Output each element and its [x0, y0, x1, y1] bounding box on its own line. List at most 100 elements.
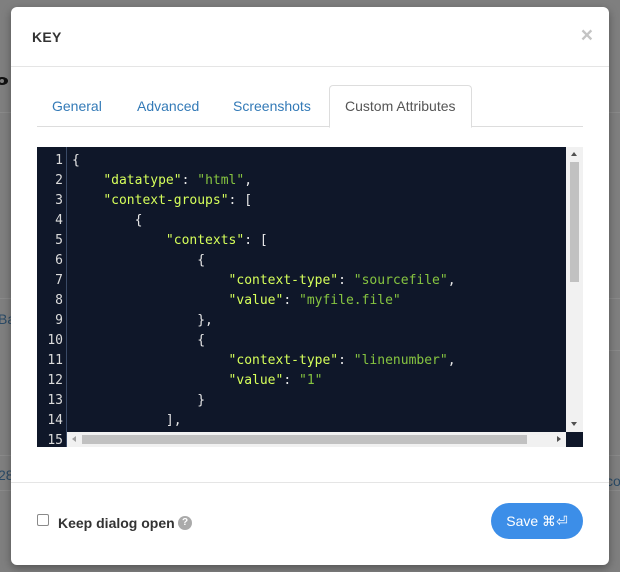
- line-number: 15: [47, 433, 63, 447]
- code-line: "context-type": "linenumber",: [72, 351, 456, 371]
- dialog-title: KEY: [32, 29, 62, 45]
- code-line: "datatype": "html",: [72, 171, 252, 191]
- code-line: {: [72, 251, 205, 271]
- code-line: },: [72, 311, 213, 331]
- line-number: 11: [47, 353, 63, 368]
- code-line: {: [72, 211, 143, 231]
- scroll-left-icon[interactable]: [72, 436, 76, 442]
- json-punctuation: ],: [72, 413, 182, 428]
- json-punctuation: : [: [228, 193, 253, 208]
- line-number: 12: [47, 373, 63, 388]
- json-punctuation: [72, 353, 229, 368]
- background-divider: [0, 112, 11, 113]
- code-line: "contexts": [: [72, 231, 268, 251]
- tab-general[interactable]: General: [37, 85, 117, 127]
- tab-screenshots[interactable]: Screenshots: [218, 85, 326, 127]
- code-line: }: [72, 391, 205, 411]
- key-dialog: KEY × General Advanced Screenshots Custo…: [11, 7, 609, 565]
- background-divider: [609, 350, 620, 351]
- json-punctuation: },: [72, 313, 213, 328]
- keep-dialog-open-checkbox[interactable]: [37, 514, 49, 526]
- json-key: "context-groups": [103, 193, 229, 208]
- background-divider: [609, 112, 620, 113]
- tab-bar: General Advanced Screenshots Custom Attr…: [37, 85, 583, 128]
- line-number: 3: [55, 193, 63, 208]
- json-string: "linenumber": [353, 353, 448, 368]
- background-divider: [0, 490, 11, 491]
- json-punctuation: [72, 193, 103, 208]
- json-punctuation: : [: [244, 233, 268, 248]
- json-punctuation: :: [283, 373, 299, 388]
- code-content[interactable]: { "datatype": "html", "context-groups": …: [72, 147, 566, 432]
- json-key: "context-type": [228, 353, 339, 368]
- json-punctuation: [72, 273, 229, 288]
- json-punctuation: :: [181, 173, 198, 188]
- background-divider: [0, 455, 11, 456]
- json-punctuation: {: [72, 333, 206, 348]
- code-line: "context-groups": [: [72, 191, 252, 211]
- code-line: ],: [72, 411, 182, 431]
- horizontal-scroll-thumb[interactable]: [82, 435, 527, 444]
- dialog-header: KEY ×: [11, 7, 609, 67]
- json-string: "1": [299, 373, 323, 388]
- line-number: 13: [47, 393, 63, 408]
- line-number: 8: [55, 293, 63, 308]
- vertical-scrollbar[interactable]: [566, 147, 583, 432]
- json-key: "value": [228, 293, 284, 308]
- dialog-footer: Keep dialog open ? Save ⌘⏎: [11, 482, 609, 565]
- background-divider: [609, 455, 620, 456]
- tab-custom-attributes[interactable]: Custom Attributes: [329, 85, 472, 128]
- line-number: 7: [55, 273, 63, 288]
- save-button[interactable]: Save ⌘⏎: [491, 503, 583, 539]
- json-punctuation: :: [338, 273, 354, 288]
- json-punctuation: ,: [447, 353, 456, 368]
- line-number: 4: [55, 213, 63, 228]
- line-number: 2: [55, 173, 63, 188]
- json-punctuation: [72, 373, 229, 388]
- json-key: "datatype": [103, 173, 182, 188]
- background-divider: [609, 490, 620, 491]
- json-punctuation: :: [283, 293, 299, 308]
- json-punctuation: ,: [447, 273, 456, 288]
- json-key: "contexts": [165, 233, 245, 248]
- line-number: 5: [55, 233, 63, 248]
- help-icon[interactable]: ?: [178, 516, 192, 530]
- json-punctuation: [72, 173, 103, 188]
- code-line: {: [72, 331, 205, 351]
- code-line: "value": "myfile.file": [72, 291, 401, 311]
- horizontal-scrollbar[interactable]: [67, 432, 566, 447]
- line-number: 9: [55, 313, 63, 328]
- code-line: {: [72, 151, 80, 171]
- json-punctuation: :: [338, 353, 354, 368]
- close-icon[interactable]: ×: [581, 25, 593, 46]
- json-punctuation: {: [72, 213, 143, 228]
- json-key: "value": [228, 373, 284, 388]
- json-punctuation: {: [72, 253, 206, 268]
- line-number: 6: [55, 253, 63, 268]
- json-punctuation: [72, 293, 229, 308]
- json-key: "context-type": [228, 273, 339, 288]
- line-number: 14: [47, 413, 63, 428]
- json-punctuation: ,: [244, 173, 253, 188]
- scroll-right-icon[interactable]: [557, 436, 561, 442]
- scroll-up-icon[interactable]: [571, 152, 577, 156]
- background-divider: [0, 298, 11, 299]
- json-punctuation: }: [72, 393, 206, 408]
- background-divider: [609, 298, 620, 299]
- code-line: "value": "1": [72, 371, 323, 391]
- keep-dialog-open-label[interactable]: Keep dialog open: [58, 515, 175, 531]
- line-number-gutter: 1 2 3 4 5 6 7 8 9 10 11 12 13 14 15: [37, 147, 67, 447]
- json-string: "sourcefile": [353, 273, 448, 288]
- json-code-editor[interactable]: 1 2 3 4 5 6 7 8 9 10 11 12 13 14 15 { "datatype": "htm…: [37, 147, 583, 447]
- code-line: "context-type": "sourcefile",: [72, 271, 456, 291]
- json-string: "html": [197, 173, 245, 188]
- tab-advanced[interactable]: Advanced: [122, 85, 214, 127]
- json-punctuation: {: [72, 153, 80, 168]
- json-punctuation: [72, 233, 166, 248]
- line-number: 10: [47, 333, 63, 348]
- vertical-scroll-thumb[interactable]: [570, 162, 579, 282]
- line-number: 1: [55, 153, 63, 168]
- eye-icon: [0, 77, 8, 85]
- scroll-down-icon[interactable]: [571, 422, 577, 426]
- json-string: "myfile.file": [299, 293, 401, 308]
